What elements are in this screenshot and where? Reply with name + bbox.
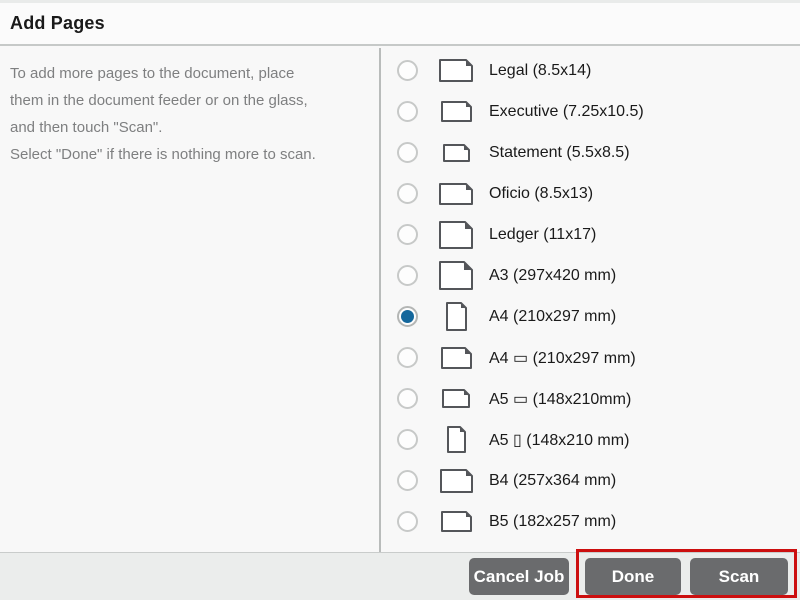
- radio-unselected[interactable]: [397, 347, 418, 368]
- paper-size-option[interactable]: Statement (5.5x8.5): [381, 132, 800, 173]
- paper-size-label: A4 (210x297 mm): [489, 308, 616, 326]
- paper-size-option[interactable]: A4 (210x297 mm): [381, 296, 800, 337]
- page-landscape-icon: [433, 183, 479, 205]
- paper-size-label: Ledger (11x17): [489, 226, 596, 244]
- radio-dot: [401, 310, 414, 323]
- action-bar: Cancel Job Done Scan: [0, 552, 800, 600]
- paper-size-option[interactable]: Executive (7.25x10.5): [381, 91, 800, 132]
- radio-unselected[interactable]: [397, 224, 418, 245]
- radio-unselected[interactable]: [397, 470, 418, 491]
- page-landscape-icon: [433, 101, 479, 122]
- cancel-job-button[interactable]: Cancel Job: [469, 558, 569, 595]
- page-landscape-icon: [433, 469, 479, 493]
- paper-size-option[interactable]: Ledger (11x17): [381, 214, 800, 255]
- paper-size-option[interactable]: A5 ▯ (148x210 mm): [381, 419, 800, 460]
- paper-size-label: Executive (7.25x10.5): [489, 103, 644, 121]
- radio-unselected[interactable]: [397, 388, 418, 409]
- radio-unselected[interactable]: [397, 101, 418, 122]
- instructions-text: and then touch "Scan".: [10, 114, 369, 141]
- radio-unselected[interactable]: [397, 265, 418, 286]
- paper-size-option[interactable]: Oficio (8.5x13): [381, 173, 800, 214]
- page-landscape-icon: [433, 144, 479, 162]
- paper-size-label: A5 ▯ (148x210 mm): [489, 430, 629, 450]
- scan-button[interactable]: Scan: [690, 558, 788, 595]
- page-landscape-icon: [433, 347, 479, 369]
- page-title: Add Pages: [10, 13, 105, 34]
- radio-unselected[interactable]: [397, 183, 418, 204]
- radio-unselected[interactable]: [397, 60, 418, 81]
- paper-size-option[interactable]: B5 (182x257 mm): [381, 501, 800, 542]
- done-button[interactable]: Done: [585, 558, 681, 595]
- paper-size-label: A3 (297x420 mm): [489, 267, 616, 285]
- paper-size-option[interactable]: [381, 542, 800, 552]
- paper-size-option[interactable]: Legal (8.5x14): [381, 50, 800, 91]
- paper-size-option[interactable]: A5 ▭ (148x210mm): [381, 378, 800, 419]
- paper-size-option[interactable]: B4 (257x364 mm): [381, 460, 800, 501]
- header: Add Pages: [0, 3, 800, 46]
- instructions-text: To add more pages to the document, place: [10, 60, 369, 87]
- page-landscape-icon: [433, 511, 479, 532]
- paper-size-label: B4 (257x364 mm): [489, 472, 616, 490]
- paper-size-label: B5 (182x257 mm): [489, 513, 616, 531]
- page-landscape-icon: [433, 261, 479, 290]
- page-landscape-icon: [433, 59, 479, 82]
- paper-size-option[interactable]: A4 ▭ (210x297 mm): [381, 337, 800, 378]
- page-landscape-icon: [433, 221, 479, 249]
- page-portrait-icon: [433, 302, 479, 331]
- radio-unselected[interactable]: [397, 429, 418, 450]
- paper-size-option[interactable]: A3 (297x420 mm): [381, 255, 800, 296]
- paper-size-list: Legal (8.5x14) Executive (7.25x10.5) State…: [381, 48, 800, 552]
- page-portrait-icon: [433, 426, 479, 453]
- radio-unselected[interactable]: [397, 142, 418, 163]
- instructions-text: them in the document feeder or on the gl…: [10, 87, 369, 114]
- paper-size-label: Oficio (8.5x13): [489, 185, 593, 203]
- radio-unselected[interactable]: [397, 511, 418, 532]
- paper-size-label: A5 ▭ (148x210mm): [489, 389, 631, 409]
- page-landscape-icon: [433, 389, 479, 408]
- paper-size-label: A4 ▭ (210x297 mm): [489, 348, 636, 368]
- paper-size-label: Legal (8.5x14): [489, 62, 591, 80]
- radio-selected[interactable]: [397, 306, 418, 327]
- add-pages-screen: Add Pages To add more pages to the docum…: [0, 0, 800, 600]
- content-area: To add more pages to the document, place…: [0, 48, 800, 552]
- instructions-panel: To add more pages to the document, place…: [0, 48, 379, 552]
- instructions-text: Select "Done" if there is nothing more t…: [10, 141, 369, 168]
- paper-size-label: Statement (5.5x8.5): [489, 144, 630, 162]
